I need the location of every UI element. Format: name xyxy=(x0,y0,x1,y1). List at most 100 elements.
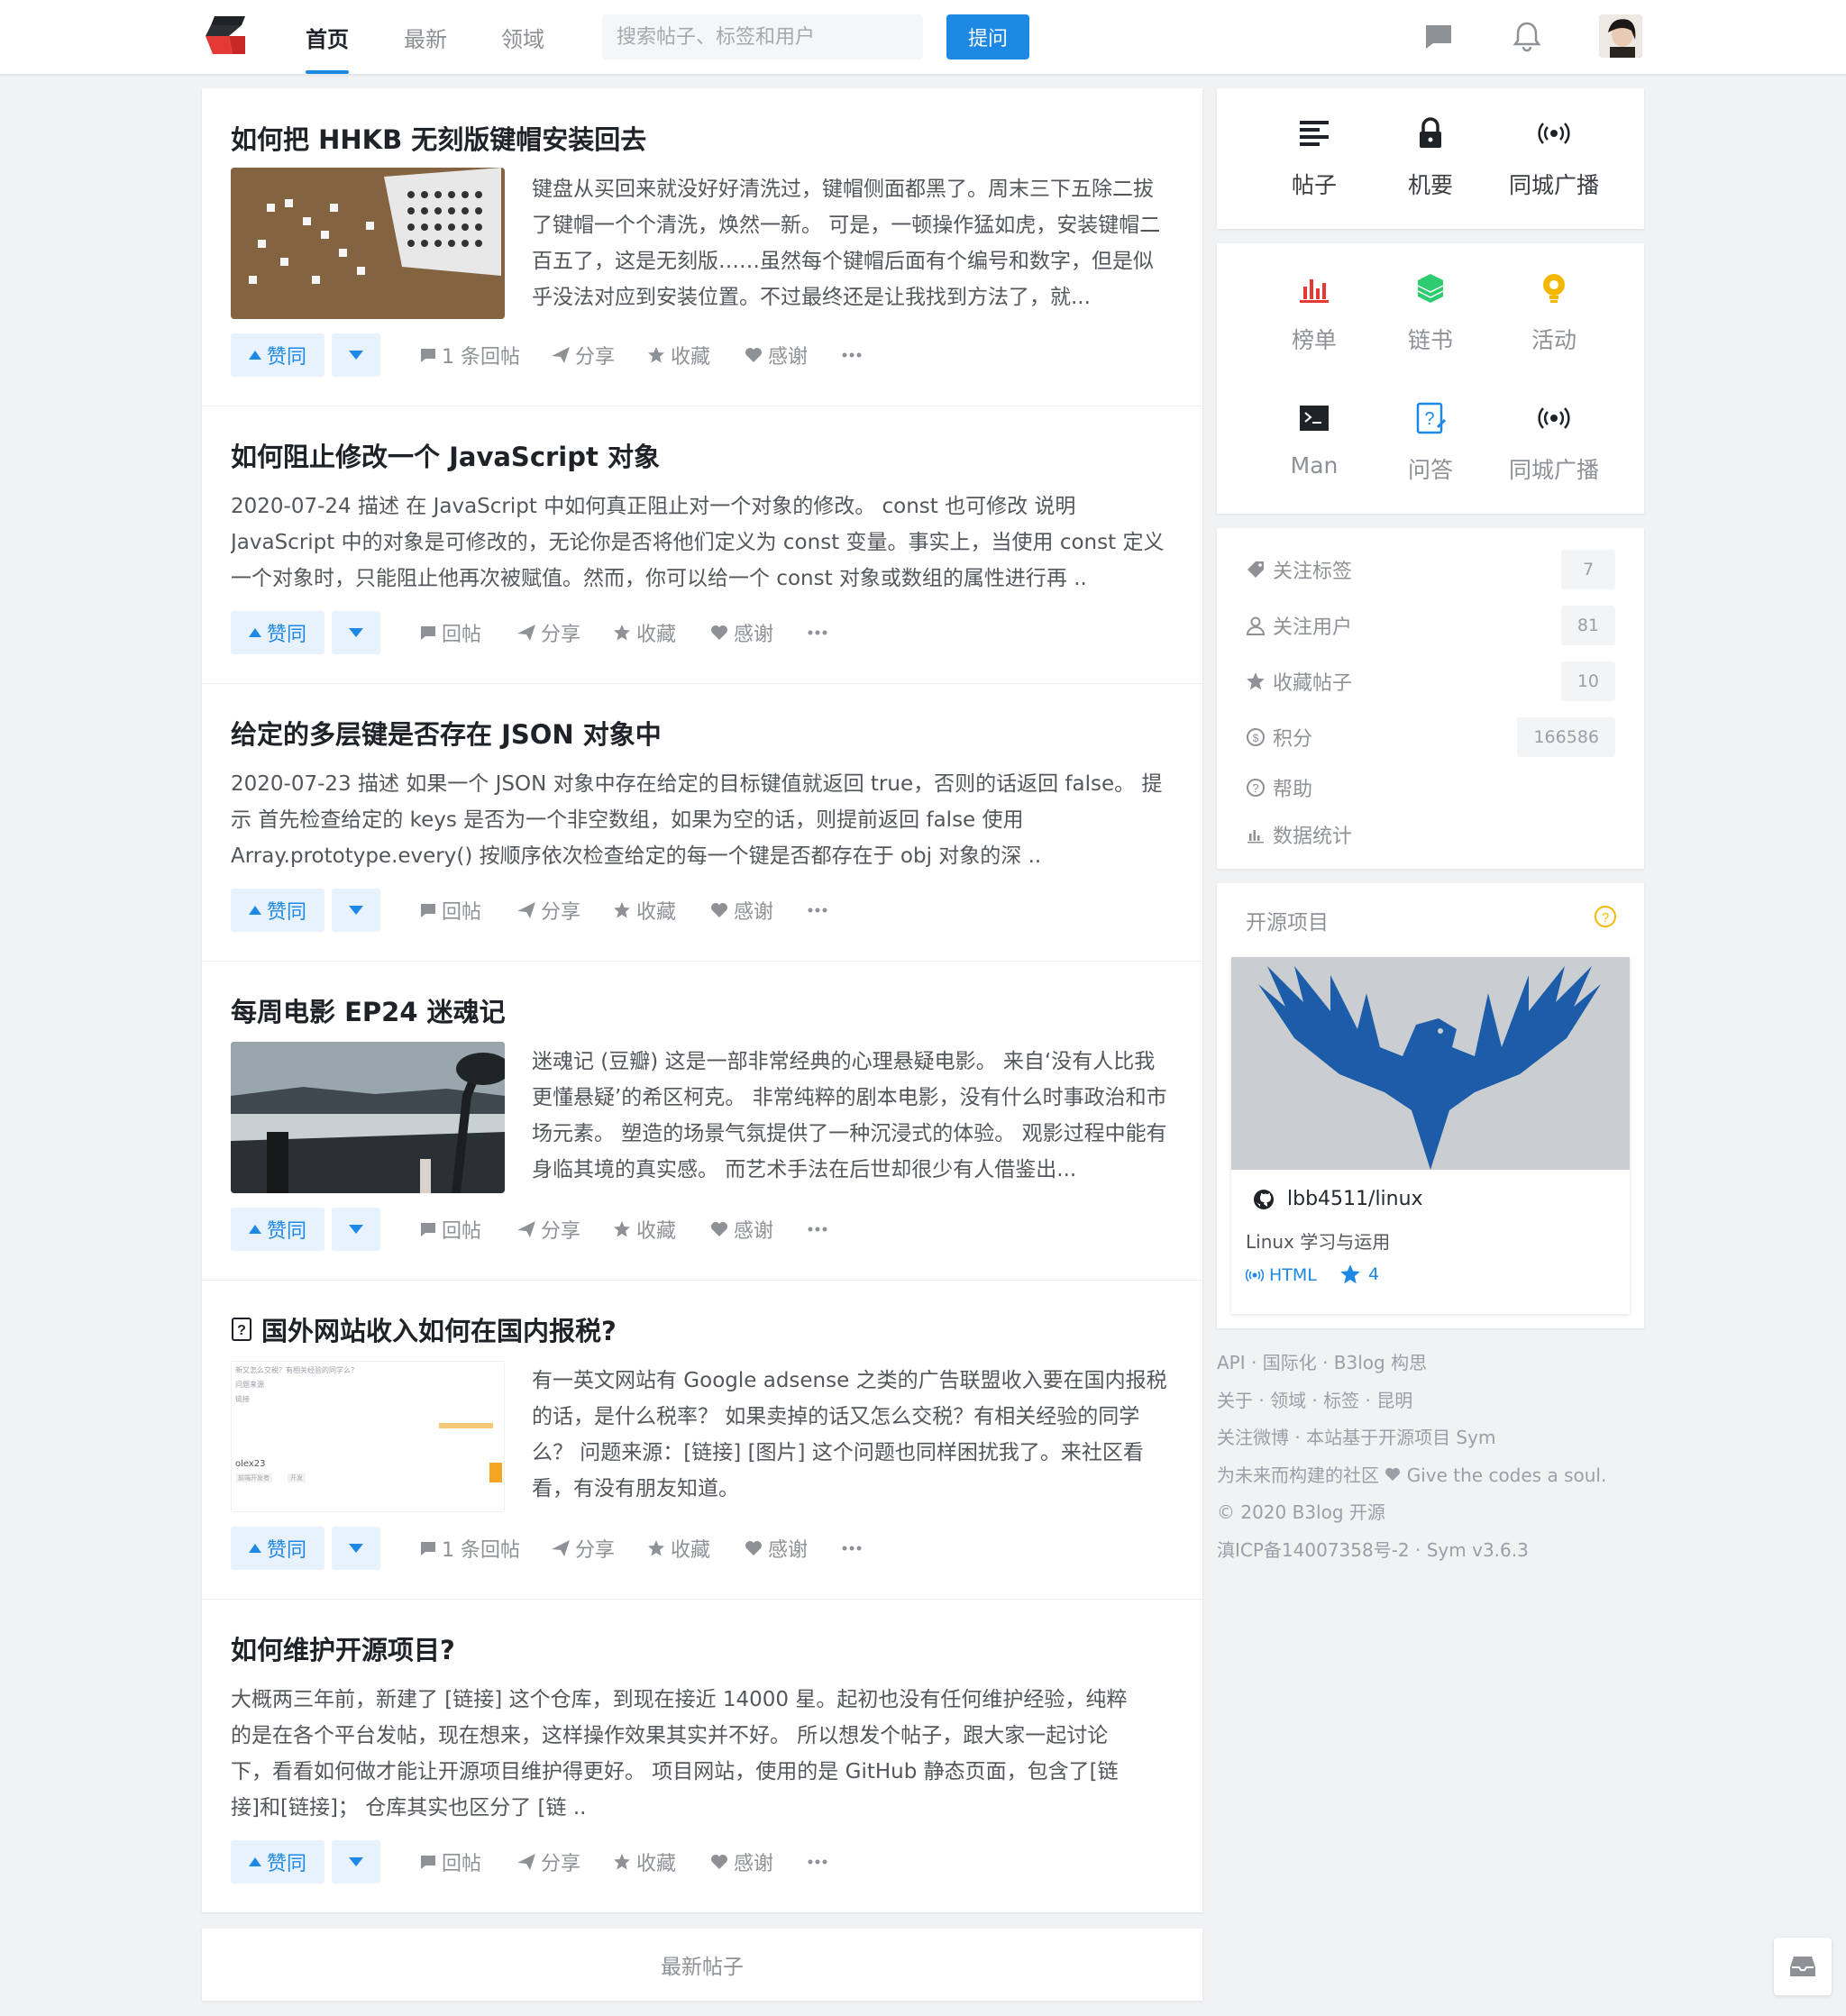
collect-action[interactable]: 收藏 xyxy=(613,889,676,932)
share-action[interactable]: 分享 xyxy=(517,1208,580,1251)
post-title[interactable]: 每周电影 EP24 迷魂记 xyxy=(231,991,506,1029)
nav-item-activity[interactable]: 活动 xyxy=(1491,270,1617,355)
upvote-button[interactable]: 赞同 xyxy=(231,611,324,654)
thank-action[interactable]: 感谢 xyxy=(745,333,808,377)
footer-link-b3log[interactable]: B3log 构思 xyxy=(1334,1352,1427,1373)
bell-icon[interactable] xyxy=(1511,20,1543,52)
upvote-label: 赞同 xyxy=(266,1853,306,1875)
reply-action[interactable]: 回帖 xyxy=(420,1208,481,1251)
collect-action[interactable]: 收藏 xyxy=(613,1840,676,1884)
more-action[interactable] xyxy=(808,889,827,932)
collect-action[interactable]: 收藏 xyxy=(613,1208,676,1251)
upvote-button[interactable]: 赞同 xyxy=(231,1208,324,1251)
share-action[interactable]: 分享 xyxy=(517,889,580,932)
thank-action[interactable]: 感谢 xyxy=(710,1208,773,1251)
chat-icon[interactable] xyxy=(1422,20,1455,52)
thank-action[interactable]: 感谢 xyxy=(710,889,773,932)
footer-link-city[interactable]: 昆明 xyxy=(1376,1390,1412,1411)
footer-link-domains[interactable]: 领域 xyxy=(1270,1390,1306,1411)
reply-action[interactable]: 回帖 xyxy=(420,1840,481,1884)
post-thumbnail[interactable] xyxy=(231,168,505,319)
site-logo[interactable] xyxy=(206,16,245,54)
stat-points[interactable]: $ 积分 166586 xyxy=(1246,717,1615,757)
nav-item-linkbook[interactable]: 链书 xyxy=(1367,270,1494,355)
more-action[interactable] xyxy=(842,1527,862,1570)
thank-label: 感谢 xyxy=(768,1539,809,1562)
downvote-button[interactable] xyxy=(332,1208,380,1251)
tag-icon xyxy=(1247,561,1264,578)
nav-tab-latest[interactable]: 最新 xyxy=(404,22,447,53)
stat-collected-posts[interactable]: 收藏帖子 10 xyxy=(1246,661,1615,701)
broadcast-icon xyxy=(1538,407,1570,429)
nav-item-private[interactable]: 机要 xyxy=(1367,115,1494,200)
upvote-button[interactable]: 赞同 xyxy=(231,1840,324,1884)
downvote-button[interactable] xyxy=(332,1527,380,1570)
footer-link-i18n[interactable]: 国际化 xyxy=(1263,1352,1317,1373)
nav-tab-domains[interactable]: 领域 xyxy=(501,22,544,53)
thank-action[interactable]: 感谢 xyxy=(710,1840,773,1884)
nav-item-man[interactable]: Man xyxy=(1251,400,1377,479)
post-title[interactable]: 如何把 HHKB 无刻版键帽安装回去 xyxy=(231,119,646,157)
downvote-button[interactable] xyxy=(332,333,380,377)
more-action[interactable] xyxy=(808,1208,827,1251)
latest-posts-button[interactable]: 最新帖子 xyxy=(202,1929,1202,2001)
question-edit-icon: ? xyxy=(1416,402,1447,434)
help-circle-icon[interactable]: ? xyxy=(1594,905,1617,928)
more-action[interactable] xyxy=(842,333,862,377)
stat-followed-users[interactable]: 关注用户 81 xyxy=(1246,606,1615,645)
post-thumbnail[interactable] xyxy=(231,1042,505,1193)
thank-label: 感谢 xyxy=(734,901,774,924)
reply-action[interactable]: 1 条回帖 xyxy=(420,1527,520,1570)
user-avatar[interactable] xyxy=(1599,14,1642,58)
nav-item-posts[interactable]: 帖子 xyxy=(1251,115,1377,200)
reply-action[interactable]: 回帖 xyxy=(420,889,481,932)
footer-link-sym[interactable]: 本站基于开源项目 Sym xyxy=(1306,1427,1495,1448)
nav-tab-home[interactable]: 首页 xyxy=(306,22,349,53)
share-label: 分享 xyxy=(575,346,616,369)
downvote-button[interactable] xyxy=(332,889,380,932)
thank-action[interactable]: 感谢 xyxy=(710,611,773,654)
collect-action[interactable]: 收藏 xyxy=(647,333,710,377)
reply-action[interactable]: 回帖 xyxy=(420,611,481,654)
stat-help[interactable]: ? 帮助 xyxy=(1246,768,1615,807)
stat-data-statistics[interactable]: 数据统计 xyxy=(1246,815,1615,854)
share-action[interactable]: 分享 xyxy=(517,611,580,654)
more-action[interactable] xyxy=(808,611,827,654)
post-title[interactable]: 如何阻止修改一个 JavaScript 对象 xyxy=(231,436,660,474)
more-action[interactable] xyxy=(808,1840,827,1884)
collect-action[interactable]: 收藏 xyxy=(613,611,676,654)
nav-item-broadcast[interactable]: 同城广播 xyxy=(1491,115,1617,200)
post-thumbnail[interactable]: 新又怎么交税？有相关经验的同学么？ 问题来源 链接 olex23 前端开发者 开… xyxy=(231,1361,505,1512)
nav-item-qa[interactable]: ? 问答 xyxy=(1367,400,1494,485)
post-title[interactable]: 如何维护开源项目? xyxy=(231,1629,455,1667)
stat-value: 81 xyxy=(1560,606,1615,645)
nav-item-rankings[interactable]: 榜单 xyxy=(1251,270,1377,355)
downvote-button[interactable] xyxy=(332,1840,380,1884)
upvote-button[interactable]: 赞同 xyxy=(231,1527,324,1570)
search-input[interactable] xyxy=(602,14,923,59)
reply-action[interactable]: 1 条回帖 xyxy=(420,333,520,377)
post-title-row[interactable]: ? 国外网站收入如何在国内报税? xyxy=(231,1310,617,1348)
stat-followed-tags[interactable]: 关注标签 7 xyxy=(1246,550,1615,589)
eagle-logo xyxy=(1231,957,1630,1170)
collect-label: 收藏 xyxy=(636,624,677,646)
thank-action[interactable]: 感谢 xyxy=(745,1527,808,1570)
share-action[interactable]: 分享 xyxy=(552,1527,615,1570)
post-title[interactable]: 给定的多层键是否存在 JSON 对象中 xyxy=(231,714,662,752)
share-action[interactable]: 分享 xyxy=(552,333,615,377)
footer-link-about[interactable]: 关于 xyxy=(1217,1390,1253,1411)
ask-button[interactable]: 提问 xyxy=(946,14,1029,59)
floating-toolbox-button[interactable] xyxy=(1774,1938,1832,1995)
collect-action[interactable]: 收藏 xyxy=(647,1527,710,1570)
footer-icp[interactable]: 滇ICP备14007358号-2 · Sym v3.6.3 xyxy=(1217,1532,1650,1570)
upvote-button[interactable]: 赞同 xyxy=(231,333,324,377)
footer-link-api[interactable]: API xyxy=(1217,1352,1246,1373)
footer-link-tags[interactable]: 标签 xyxy=(1323,1390,1359,1411)
repo-name-row[interactable]: lbb4511/linux xyxy=(1253,1188,1423,1210)
ellipsis-icon xyxy=(808,1859,827,1865)
upvote-button[interactable]: 赞同 xyxy=(231,889,324,932)
downvote-button[interactable] xyxy=(332,611,380,654)
footer-link-weibo[interactable]: 关注微博 xyxy=(1217,1427,1289,1448)
nav-item-broadcast-2[interactable]: 同城广播 xyxy=(1491,400,1617,485)
share-action[interactable]: 分享 xyxy=(517,1840,580,1884)
